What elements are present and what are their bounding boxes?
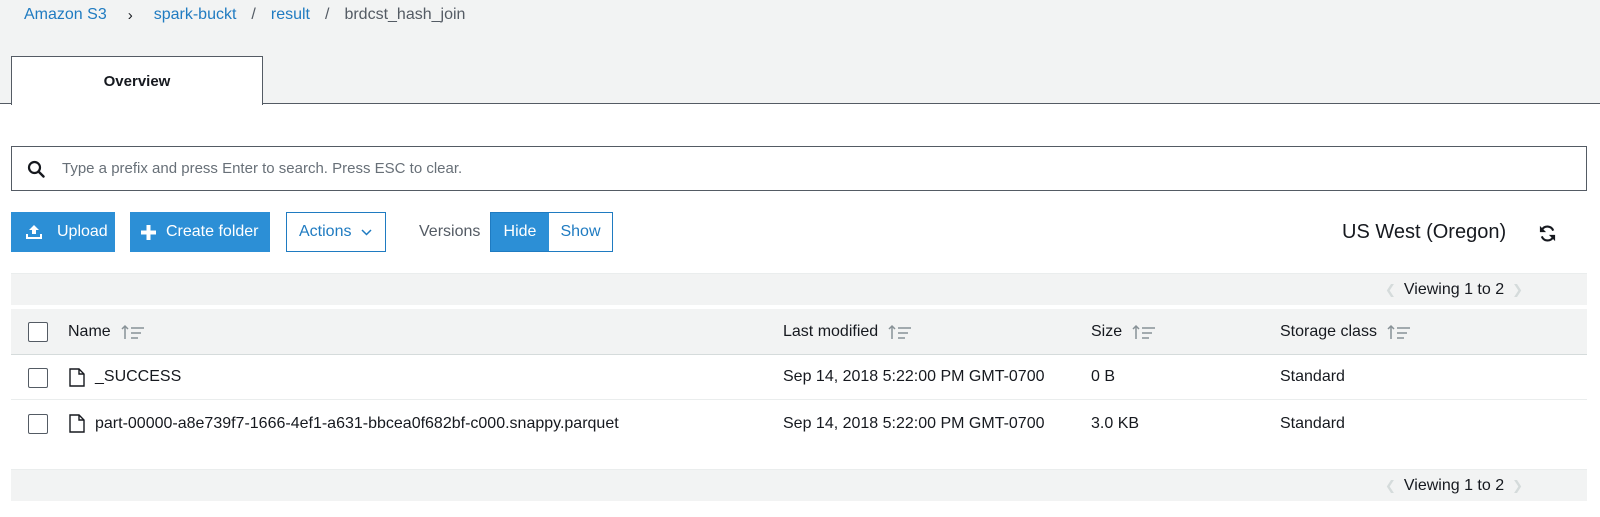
actions-label: Actions: [299, 223, 352, 240]
next-page-icon[interactable]: ❯: [1512, 478, 1523, 494]
versions-toggle: Hide Show: [490, 212, 613, 252]
file-name-cell[interactable]: _SUCCESS: [69, 355, 181, 399]
upload-icon: [26, 225, 42, 239]
column-name-label: Name: [68, 322, 111, 340]
search-bar: [11, 146, 1587, 191]
size-cell: 0 B: [1091, 368, 1116, 385]
breadcrumb-amazon-s3[interactable]: Amazon S3: [24, 6, 107, 24]
versions-hide-button[interactable]: Hide: [491, 213, 549, 251]
table-row: _SUCCESS Sep 14, 2018 5:22:00 PM GMT-070…: [11, 355, 1587, 400]
search-input[interactable]: [62, 160, 1462, 177]
file-icon: [69, 367, 85, 387]
next-page-icon[interactable]: ❯: [1512, 282, 1523, 298]
prev-page-icon[interactable]: ❮: [1385, 478, 1396, 494]
column-last-modified[interactable]: Last modified: [783, 309, 912, 354]
create-folder-label: Create folder: [166, 223, 259, 240]
column-storage-class[interactable]: Storage class: [1280, 309, 1411, 354]
sort-icon[interactable]: [1132, 324, 1156, 340]
pager-bar-bottom: ❮ Viewing 1 to 2 ❯: [11, 469, 1587, 501]
actions-dropdown[interactable]: Actions: [286, 212, 386, 252]
prev-page-icon[interactable]: ❮: [1385, 282, 1396, 298]
last-modified-cell: Sep 14, 2018 5:22:00 PM GMT-0700: [783, 414, 1045, 432]
last-modified-cell: Sep 14, 2018 5:22:00 PM GMT-0700: [783, 368, 1045, 385]
breadcrumb-separator: /: [251, 6, 256, 23]
versions-show-button[interactable]: Show: [549, 213, 612, 251]
file-name[interactable]: part-00000-a8e739f7-1666-4ef1-a631-bbcea…: [95, 415, 619, 433]
tab-overview[interactable]: Overview: [11, 56, 263, 105]
chevron-down-icon: [361, 228, 372, 236]
sort-icon[interactable]: [888, 324, 912, 340]
column-name[interactable]: Name: [68, 309, 145, 354]
column-last-modified-label: Last modified: [783, 322, 879, 340]
pager-bar-top: ❮ Viewing 1 to 2 ❯: [11, 273, 1587, 305]
create-folder-button[interactable]: Create folder: [130, 212, 270, 252]
pager-top: ❮ Viewing 1 to 2 ❯: [1377, 281, 1531, 299]
table-row: part-00000-a8e739f7-1666-4ef1-a631-bbcea…: [11, 401, 1587, 446]
pager-bottom: ❮ Viewing 1 to 2 ❯: [1377, 477, 1531, 495]
top-header: Amazon S3 › spark-buckt / result / brdcs…: [0, 0, 1600, 105]
sort-icon[interactable]: [1387, 324, 1411, 340]
column-storage-class-label: Storage class: [1280, 322, 1377, 340]
row-checkbox[interactable]: [28, 368, 48, 388]
versions-label: Versions: [419, 223, 481, 240]
breadcrumb-separator: /: [325, 6, 330, 23]
search-icon: [27, 160, 45, 178]
region-label: US West (Oregon): [1342, 221, 1507, 243]
pager-text-top: Viewing 1 to 2: [1403, 281, 1505, 298]
file-icon: [69, 414, 85, 433]
upload-label: Upload: [57, 223, 108, 240]
row-checkbox[interactable]: [28, 414, 48, 434]
pager-text-bottom: Viewing 1 to 2: [1403, 477, 1505, 494]
storage-class-cell: Standard: [1280, 368, 1345, 385]
breadcrumb-chevron-icon: ›: [127, 6, 133, 24]
size-cell: 3.0 KB: [1091, 414, 1140, 432]
breadcrumb-folder[interactable]: result: [271, 6, 310, 24]
plus-icon: [141, 224, 156, 240]
breadcrumb-bucket[interactable]: spark-buckt: [154, 6, 237, 24]
upload-button[interactable]: Upload: [11, 212, 115, 252]
refresh-icon[interactable]: [1538, 224, 1557, 243]
select-all-checkbox[interactable]: [28, 322, 48, 342]
breadcrumb: Amazon S3 › spark-buckt / result / brdcs…: [24, 5, 465, 25]
column-size[interactable]: Size: [1091, 309, 1156, 354]
file-name[interactable]: _SUCCESS: [95, 368, 181, 386]
table-header: Name Last modified Size Storage class: [11, 309, 1587, 355]
file-name-cell[interactable]: part-00000-a8e739f7-1666-4ef1-a631-bbcea…: [69, 401, 619, 446]
breadcrumb-current: brdcst_hash_join: [344, 6, 466, 23]
column-size-label: Size: [1091, 322, 1123, 340]
sort-icon[interactable]: [121, 324, 145, 340]
storage-class-cell: Standard: [1280, 414, 1345, 432]
